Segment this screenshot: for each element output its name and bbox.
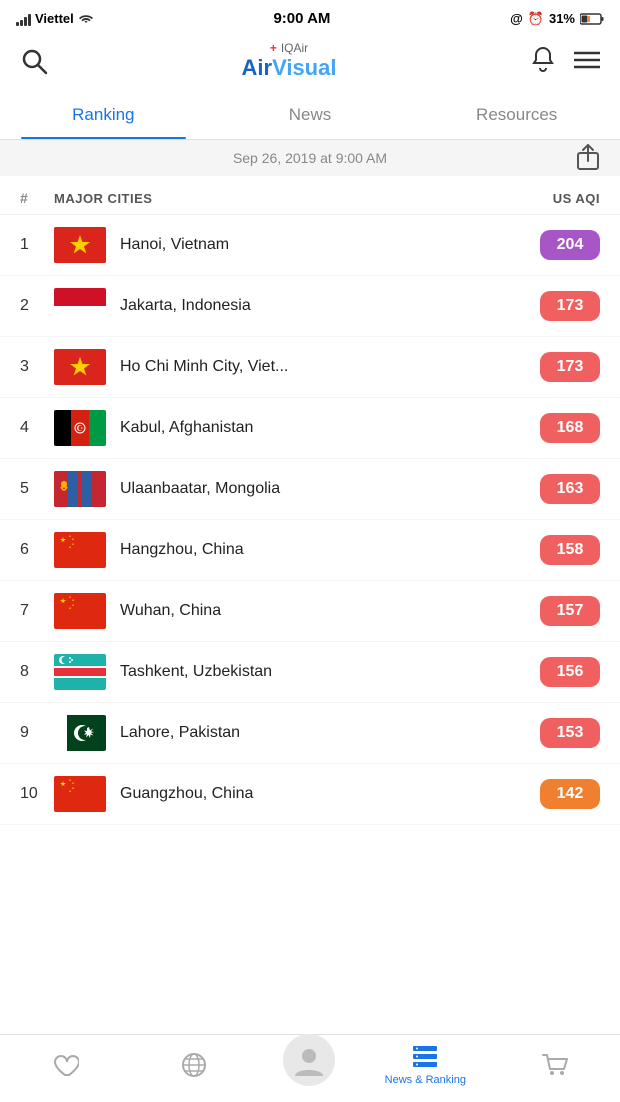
nav-item-cart[interactable] <box>515 1051 595 1079</box>
logo-airvisual: AirVisual <box>242 55 337 81</box>
city-name: Hanoi, Vietnam <box>120 236 540 254</box>
aqi-badge: 153 <box>540 718 600 748</box>
table-row[interactable]: 3 Ho Chi Minh City, Viet... 173 <box>0 337 620 398</box>
carrier-label: Viettel <box>35 11 74 26</box>
city-name: Kabul, Afghanistan <box>120 419 540 437</box>
status-left: Viettel <box>16 11 94 26</box>
table-row[interactable]: 5 Ulaanbaatar, Mongolia 163 <box>0 459 620 520</box>
search-button[interactable] <box>20 47 48 75</box>
flag-vietnam <box>54 227 106 263</box>
app-logo: + IQAir AirVisual <box>242 41 337 81</box>
signal-icon <box>16 12 31 26</box>
share-button[interactable] <box>576 143 600 174</box>
rank-number: 6 <box>20 541 54 559</box>
table-row[interactable]: 2 Jakarta, Indonesia 173 <box>0 276 620 337</box>
nav-item-favorites[interactable] <box>25 1051 105 1079</box>
date-bar: Sep 26, 2019 at 9:00 AM <box>0 140 620 176</box>
aqi-badge: 163 <box>540 474 600 504</box>
city-name: Hangzhou, China <box>120 541 540 559</box>
app-header: + IQAir AirVisual <box>0 33 620 91</box>
menu-button[interactable] <box>574 50 600 73</box>
status-bar: Viettel 9:00 AM @ ⏰ 31% <box>0 0 620 33</box>
bottom-nav: News & Ranking <box>0 1034 620 1102</box>
table-row[interactable]: 8 Tashkent, Uzbekistan 156 <box>0 642 620 703</box>
nav-item-explore[interactable] <box>154 1051 234 1079</box>
aqi-badge: 173 <box>540 352 600 382</box>
table-row[interactable]: 1 Hanoi, Vietnam 204 <box>0 215 620 276</box>
tab-ranking[interactable]: Ranking <box>0 91 207 139</box>
profile-icon <box>291 1042 327 1078</box>
city-name: Jakarta, Indonesia <box>120 297 540 315</box>
flag-china2 <box>54 593 106 629</box>
flag-uzbekistan <box>54 654 106 690</box>
table-header: # MAJOR CITIES US AQI <box>0 176 620 215</box>
rank-number: 4 <box>20 419 54 437</box>
logo-iqair: + IQAir <box>270 41 308 55</box>
city-name: Lahore, Pakistan <box>120 724 540 742</box>
date-text: Sep 26, 2019 at 9:00 AM <box>233 150 387 166</box>
notification-button[interactable] <box>530 46 556 77</box>
table-row[interactable]: 10 Guangzhou, China 142 <box>0 764 620 825</box>
col-cities-header: MAJOR CITIES <box>54 191 553 206</box>
rank-number: 3 <box>20 358 54 376</box>
city-name: Ho Chi Minh City, Viet... <box>120 358 540 376</box>
flag-vietnam2 <box>54 349 106 385</box>
battery-label: 31% <box>549 11 575 26</box>
aqi-badge: 158 <box>540 535 600 565</box>
bell-icon <box>530 46 556 74</box>
flag-china3 <box>54 776 106 812</box>
rank-number: 8 <box>20 663 54 681</box>
share-icon <box>576 143 600 171</box>
table-row[interactable]: 6 Hangzhou, China 158 <box>0 520 620 581</box>
rank-number: 9 <box>20 724 54 742</box>
rank-number: 2 <box>20 297 54 315</box>
col-rank-header: # <box>20 190 54 206</box>
time-display: 9:00 AM <box>273 10 330 27</box>
table-row[interactable]: 7 Wuhan, China 157 <box>0 581 620 642</box>
alarm-icon: ⏰ <box>528 11 544 27</box>
aqi-badge: 204 <box>540 230 600 260</box>
svg-text:☪: ☪ <box>76 424 83 433</box>
flag-mongolia <box>54 471 106 507</box>
rank-number: 10 <box>20 785 54 803</box>
flag-pakistan <box>54 715 106 751</box>
aqi-badge: 156 <box>540 657 600 687</box>
table-row[interactable]: 9 Lahore, Pakistan 153 <box>0 703 620 764</box>
flag-afghanistan: ☪ <box>54 410 106 446</box>
aqi-badge: 173 <box>540 291 600 321</box>
rank-number: 7 <box>20 602 54 620</box>
main-content: # MAJOR CITIES US AQI 1 Hanoi, Vietnam 2… <box>0 176 620 905</box>
rank-number: 5 <box>20 480 54 498</box>
table-row[interactable]: 4 ☪ Kabul, Afghanistan 168 <box>0 398 620 459</box>
heart-icon <box>51 1051 79 1079</box>
status-right: @ ⏰ 31% <box>510 11 604 27</box>
cart-icon <box>541 1051 569 1079</box>
rank-number: 1 <box>20 236 54 254</box>
tab-news[interactable]: News <box>207 91 414 139</box>
city-name: Guangzhou, China <box>120 785 540 803</box>
col-aqi-header: US AQI <box>553 191 600 206</box>
search-icon <box>20 47 48 75</box>
globe-icon <box>180 1051 208 1079</box>
city-name: Wuhan, China <box>120 602 540 620</box>
aqi-badge: 157 <box>540 596 600 626</box>
tab-resources[interactable]: Resources <box>413 91 620 139</box>
hamburger-icon <box>574 50 600 70</box>
at-icon: @ <box>510 11 523 26</box>
flag-china1 <box>54 532 106 568</box>
flag-indonesia <box>54 288 106 324</box>
city-name: Tashkent, Uzbekistan <box>120 663 540 681</box>
city-name: Ulaanbaatar, Mongolia <box>120 480 540 498</box>
aqi-badge: 142 <box>540 779 600 809</box>
nav-item-news-ranking[interactable]: News & Ranking <box>385 1043 466 1086</box>
list-icon <box>411 1043 439 1071</box>
battery-icon <box>580 13 604 25</box>
tab-bar: Ranking News Resources <box>0 91 620 140</box>
aqi-badge: 168 <box>540 413 600 443</box>
nav-item-profile[interactable] <box>283 1034 335 1086</box>
nav-label-news-ranking: News & Ranking <box>385 1074 466 1086</box>
wifi-icon <box>78 13 94 25</box>
